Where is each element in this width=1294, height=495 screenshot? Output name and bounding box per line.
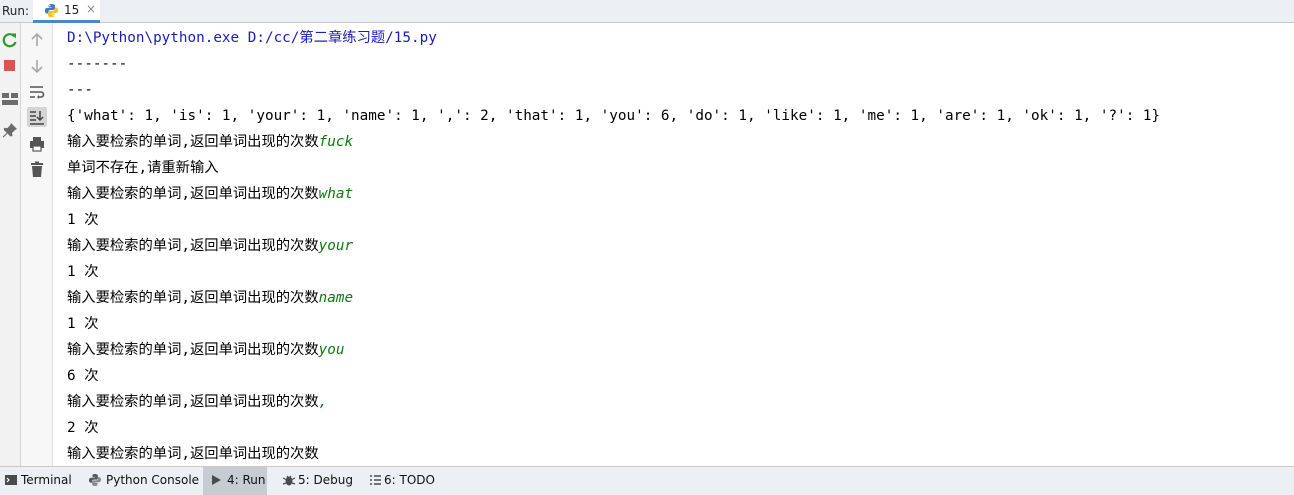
- prompt-text: 输入要检索的单词,返回单词出现的次数: [67, 238, 319, 254]
- up-arrow-icon[interactable]: [27, 30, 47, 50]
- down-arrow-icon[interactable]: [27, 56, 47, 76]
- console-line-prompt: 输入要检索的单词,返回单词出现的次数your: [67, 233, 353, 259]
- print-icon[interactable]: [27, 134, 47, 154]
- python-console-label: Python Console: [106, 473, 200, 487]
- rerun-icon[interactable]: [0, 30, 20, 50]
- prompt-text: 输入要检索的单词,返回单词出现的次数: [67, 290, 319, 306]
- console-line-dict: {'what': 1, 'is': 1, 'your': 1, 'name': …: [67, 108, 1161, 124]
- terminal-label: Terminal: [21, 473, 72, 487]
- bug-icon: [282, 475, 296, 486]
- console-line: ---: [67, 82, 93, 98]
- tool-window-bar: Terminal Python Console 4: Run 5: Debug …: [0, 466, 1294, 495]
- todo-list-icon: [370, 475, 381, 485]
- run-actions-toolbar: [0, 23, 21, 466]
- console-line: 1 次: [67, 212, 99, 228]
- user-input: name: [318, 290, 354, 306]
- stop-icon[interactable]: [0, 56, 20, 76]
- prompt-text: 输入要检索的单词,返回单词出现的次数: [67, 134, 319, 150]
- run-label-bottom: 4: Run: [227, 473, 266, 487]
- layout-icon[interactable]: [0, 89, 20, 109]
- console-line: 6 次: [67, 368, 99, 384]
- prompt-text: 输入要检索的单词,返回单词出现的次数: [67, 394, 319, 410]
- run-toolwindow-header: Run: 15 ×: [0, 0, 1294, 23]
- run-button[interactable]: 4: Run: [203, 467, 267, 495]
- console-line-prompt: 输入要检索的单词,返回单词出现的次数name: [67, 285, 353, 311]
- run-tab-label: 15: [64, 3, 80, 17]
- terminal-button[interactable]: Terminal: [0, 467, 76, 495]
- user-input: fuck: [318, 134, 354, 150]
- pin-icon[interactable]: [0, 120, 20, 140]
- python-console-icon: [89, 474, 101, 486]
- play-icon: [212, 475, 221, 485]
- python-console-button[interactable]: Python Console: [84, 467, 200, 495]
- trash-icon[interactable]: [27, 159, 47, 179]
- console-line: 1 次: [67, 316, 99, 332]
- debug-label: 5: Debug: [298, 473, 353, 487]
- console-line: 2 次: [67, 420, 99, 436]
- terminal-icon: [5, 475, 17, 485]
- prompt-text: 输入要检索的单词,返回单词出现的次数: [67, 342, 319, 358]
- console-line-command: D:\Python\python.exe D:/cc/第二章练习题/15.py: [67, 30, 437, 46]
- console-line-prompt: 输入要检索的单词,返回单词出现的次数,: [67, 389, 327, 415]
- console-line-prompt: 输入要检索的单词,返回单词出现的次数you: [67, 337, 344, 363]
- run-tab[interactable]: 15 ×: [33, 0, 100, 23]
- console-line: 1 次: [67, 264, 99, 280]
- user-input: ,: [318, 394, 328, 410]
- debug-button[interactable]: 5: Debug: [278, 467, 354, 495]
- scroll-to-end-icon[interactable]: [27, 107, 47, 127]
- console-line: -------: [67, 56, 128, 72]
- user-input: you: [318, 342, 345, 358]
- prompt-text: 输入要检索的单词,返回单词出现的次数: [67, 446, 319, 462]
- console-line-prompt: 输入要检索的单词,返回单词出现的次数: [67, 441, 319, 466]
- user-input: what: [318, 186, 354, 202]
- console-output[interactable]: D:\Python\python.exe D:/cc/第二章练习题/15.py …: [53, 23, 1294, 466]
- todo-button[interactable]: 6: TODO: [364, 467, 435, 495]
- console-line-prompt: 输入要检索的单词,返回单词出现的次数what: [67, 181, 353, 207]
- run-label: Run:: [2, 4, 30, 18]
- soft-wrap-icon[interactable]: [27, 82, 47, 102]
- console-line: 单词不存在,请重新输入: [67, 160, 219, 176]
- console-line-prompt: 输入要检索的单词,返回单词出现的次数fuck: [67, 129, 353, 155]
- todo-label: 6: TODO: [384, 473, 435, 487]
- user-input: your: [318, 238, 354, 254]
- prompt-text: 输入要检索的单词,返回单词出现的次数: [67, 186, 319, 202]
- console-actions-toolbar: [21, 23, 53, 466]
- python-icon: [44, 3, 59, 18]
- close-icon[interactable]: ×: [86, 2, 96, 16]
